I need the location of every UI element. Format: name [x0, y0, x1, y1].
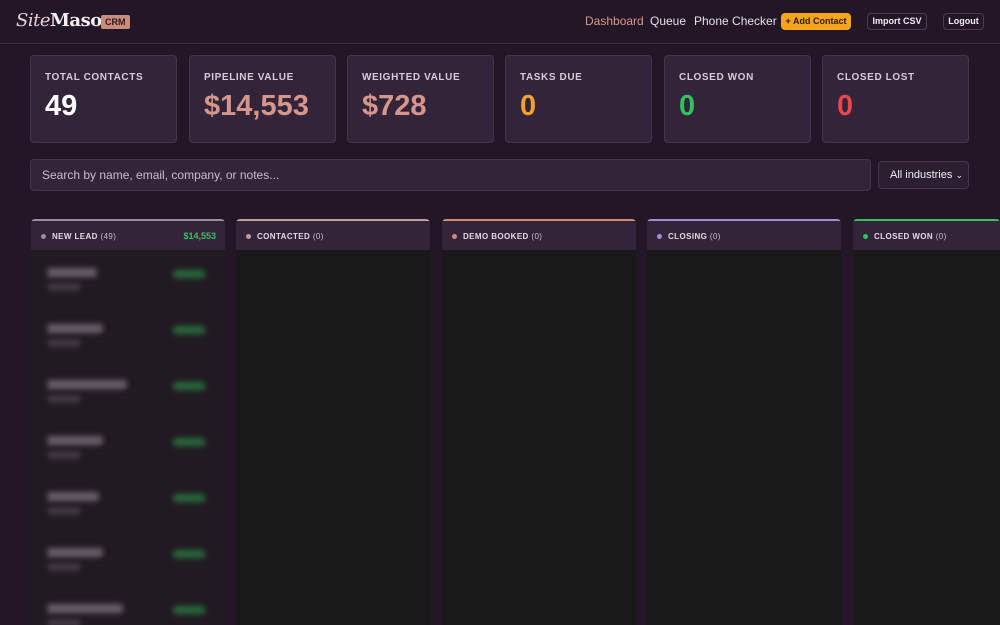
status-dot-icon	[41, 234, 46, 239]
search-input[interactable]	[30, 159, 871, 191]
column-header: NEW LEAD (49) $14,553	[31, 219, 225, 250]
column-header: CLOSING (0)	[647, 219, 841, 250]
column-title: DEMO BOOKED (0)	[463, 232, 543, 241]
stat-card-weighted-value: WEIGHTED VALUE $728	[347, 55, 494, 143]
crm-badge: CRM	[101, 15, 130, 29]
column-header: CONTACTED (0)	[236, 219, 430, 250]
column-new-lead: NEW LEAD (49) $14,553	[31, 219, 225, 625]
stat-value: 0	[679, 90, 696, 122]
stat-value: $728	[362, 90, 427, 122]
column-contacted: CONTACTED (0)	[236, 219, 430, 625]
column-header: CLOSED WON (0)	[853, 219, 1000, 250]
stat-card-tasks-due: TASKS DUE 0	[505, 55, 652, 143]
status-dot-icon	[863, 234, 868, 239]
top-navbar: SiteMason CRM Dashboard Queue Phone Chec…	[0, 0, 1000, 44]
nav-dashboard[interactable]: Dashboard	[585, 14, 644, 28]
status-dot-icon	[657, 234, 662, 239]
stat-label: CLOSED LOST	[837, 72, 915, 83]
column-closing: CLOSING (0)	[647, 219, 841, 625]
lead-card[interactable]	[41, 542, 215, 586]
stat-value: $14,553	[204, 90, 309, 122]
status-dot-icon	[246, 234, 251, 239]
nav-queue[interactable]: Queue	[650, 14, 686, 28]
stat-label: WEIGHTED VALUE	[362, 72, 461, 83]
lead-card[interactable]	[41, 486, 215, 530]
stat-card-total-contacts: TOTAL CONTACTS 49	[30, 55, 177, 143]
column-demo-booked: DEMO BOOKED (0)	[442, 219, 636, 625]
chevron-down-icon: ⌄	[955, 170, 963, 180]
industry-select-value: All industries	[890, 169, 953, 181]
import-csv-button[interactable]: Import CSV	[867, 13, 927, 30]
stat-value: 0	[520, 90, 537, 122]
column-body	[31, 250, 225, 625]
stat-card-closed-won: CLOSED WON 0	[664, 55, 811, 143]
lead-card[interactable]	[41, 318, 215, 362]
logout-button[interactable]: Logout	[943, 13, 984, 30]
stat-card-closed-lost: CLOSED LOST 0	[822, 55, 969, 143]
stat-label: TASKS DUE	[520, 72, 583, 83]
stat-label: CLOSED WON	[679, 72, 754, 83]
column-total: $14,553	[183, 231, 216, 241]
column-title: CONTACTED (0)	[257, 232, 324, 241]
stat-label: TOTAL CONTACTS	[45, 72, 144, 83]
column-title: CLOSING (0)	[668, 232, 721, 241]
nav-phone-checker[interactable]: Phone Checker	[694, 14, 777, 28]
lead-card[interactable]	[41, 430, 215, 474]
column-title: CLOSED WON (0)	[874, 232, 947, 241]
status-dot-icon	[452, 234, 457, 239]
lead-card[interactable]	[41, 262, 215, 306]
stat-value: 0	[837, 90, 854, 122]
logo-site: Site	[16, 10, 50, 31]
column-title: NEW LEAD (49)	[52, 232, 117, 241]
lead-card[interactable]	[41, 374, 215, 418]
stat-label: PIPELINE VALUE	[204, 72, 294, 83]
column-closed-won: CLOSED WON (0)	[853, 219, 1000, 625]
industry-select[interactable]: All industries ⌄	[878, 161, 969, 189]
stat-value: 49	[45, 90, 78, 122]
lead-card[interactable]	[41, 598, 215, 625]
add-contact-button[interactable]: + Add Contact	[781, 13, 851, 30]
column-header: DEMO BOOKED (0)	[442, 219, 636, 250]
stat-card-pipeline-value: PIPELINE VALUE $14,553	[189, 55, 336, 143]
sitemason-logo[interactable]: SiteMason	[16, 10, 115, 31]
